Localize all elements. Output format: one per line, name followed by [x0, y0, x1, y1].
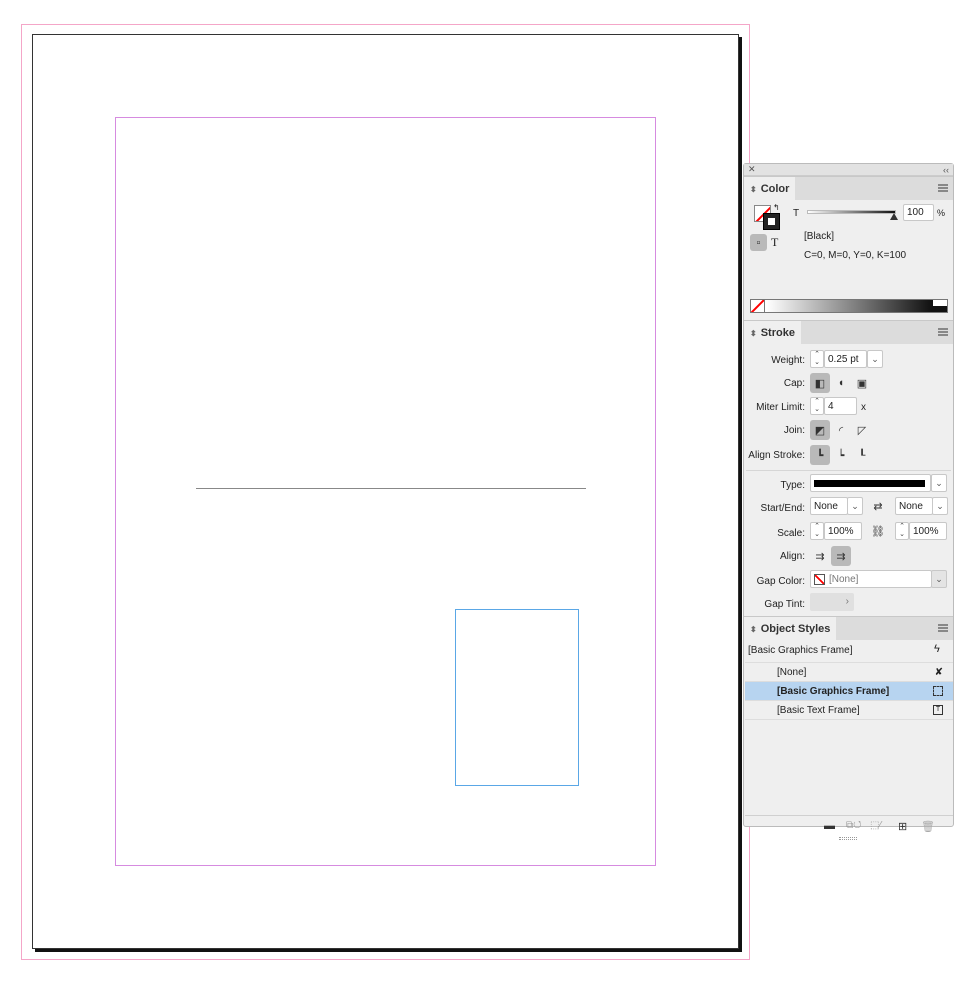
scale-end-input[interactable]: 100%	[909, 522, 947, 540]
gap-color-arrow[interactable]: ⌄	[931, 570, 947, 588]
style-label: [Basic Text Frame]	[777, 704, 860, 716]
text-frame-icon: T	[933, 705, 943, 715]
tab-stroke[interactable]: ⬍ Stroke	[744, 321, 801, 345]
start-dropdown[interactable]: None	[810, 497, 848, 515]
tint-input[interactable]: 100	[903, 204, 934, 221]
round-join-icon[interactable]: ◜	[831, 420, 851, 440]
stroke-panel-header: ⬍ Stroke	[744, 320, 953, 345]
style-label: [Basic Graphics Frame]	[777, 685, 890, 697]
scale-start-input[interactable]: 100%	[824, 522, 862, 540]
panel-dock: ✕ ‹‹ ⬍ Color ↰ ▫ T T 100 % [Black] C=0, M=…	[743, 163, 954, 840]
resize-grip-icon[interactable]	[839, 837, 857, 840]
style-list-item[interactable]: [Basic Graphics Frame]	[745, 682, 953, 701]
align-outside-icon[interactable]: ┖	[852, 445, 872, 465]
panel-title: Object Styles	[760, 623, 831, 635]
miter-limit-input[interactable]: 4	[824, 397, 857, 415]
none-swatch-icon[interactable]	[751, 300, 765, 312]
swatch-name: [Black]	[804, 231, 835, 242]
panel-menu-icon[interactable]	[938, 328, 948, 336]
scale-start-stepper[interactable]: ⌃ ⌄	[810, 522, 824, 540]
cmyk-values: C=0, M=0, Y=0, K=100	[804, 250, 907, 261]
weight-label: Weight:	[771, 355, 805, 366]
align-label: Align:	[779, 551, 805, 562]
arrow-extend-icon[interactable]: ⇉	[810, 546, 830, 566]
clear-overrides-icon[interactable]: ⧉↺	[846, 820, 862, 831]
swap-arrows-icon[interactable]: ⇄	[868, 496, 888, 516]
unlink-icon[interactable]: ⛓	[868, 521, 888, 541]
graphics-frame-icon	[933, 686, 943, 696]
gap-color-dropdown[interactable]: [None]	[810, 570, 932, 588]
align-inside-icon[interactable]: ┕	[831, 445, 851, 465]
type-label: Type:	[780, 480, 805, 491]
gap-tint-label: Gap Tint:	[764, 599, 805, 610]
stroke-panel: Weight: ⌃ ⌄ 0.25 pt ⌄ Cap: ◧ ◖ ▣ Miter Li…	[744, 344, 953, 616]
tint-label: T	[793, 208, 800, 219]
clear-style-icon: ✘	[934, 666, 943, 678]
object-styles-header: ⬍ Object Styles	[744, 616, 953, 641]
panel-menu-icon[interactable]	[938, 624, 948, 632]
none-swatch-icon	[814, 573, 825, 585]
lightning-icon[interactable]: ϟ	[934, 643, 940, 655]
style-list-item[interactable]: [Basic Text Frame] T	[745, 701, 953, 720]
graphics-frame[interactable]	[455, 609, 579, 786]
trash-icon[interactable]: 🗑	[921, 820, 935, 833]
arrow-inside-icon[interactable]: ⇉	[831, 546, 851, 566]
panel-title: Stroke	[760, 327, 795, 339]
style-label: [None]	[777, 666, 807, 678]
scale-label: Scale:	[777, 528, 805, 539]
stroke-swatch[interactable]	[763, 213, 780, 230]
tab-object-styles[interactable]: ⬍ Object Styles	[744, 617, 837, 641]
container-mode-icon[interactable]: ▫	[750, 234, 767, 251]
miter-stepper[interactable]: ⌃ ⌄	[810, 397, 824, 415]
new-style-icon[interactable]: ⊞	[898, 820, 907, 833]
current-style-label: [Basic Graphics Frame]	[748, 645, 853, 656]
align-stroke-label: Align Stroke:	[748, 450, 805, 461]
scale-end-stepper[interactable]: ⌃ ⌄	[895, 522, 909, 540]
break-link-icon[interactable]: ⬚⁄	[870, 820, 881, 831]
round-cap-icon[interactable]: ◖	[831, 373, 851, 393]
object-styles-panel: [Basic Graphics Frame] ϟ [None] ✘ [Basic …	[744, 640, 953, 842]
miter-unit: x	[861, 402, 866, 413]
gap-color-label: Gap Color:	[756, 576, 805, 587]
color-panel: ↰ ▫ T T 100 % [Black] C=0, M=0, Y=0, K=1…	[744, 200, 953, 320]
tint-slider-thumb[interactable]	[890, 213, 898, 220]
type-dropdown[interactable]	[810, 474, 931, 492]
collapse-icon[interactable]: ‹‹	[943, 165, 949, 175]
gap-color-value: [None]	[829, 573, 859, 585]
style-list-item[interactable]: [None] ✘	[745, 663, 953, 682]
folder-icon[interactable]: ▬	[824, 820, 835, 832]
solid-line-preview	[814, 479, 925, 487]
divider	[746, 470, 951, 471]
start-end-label: Start/End:	[760, 503, 805, 514]
cap-label: Cap:	[783, 378, 805, 389]
text-mode-button[interactable]: T	[771, 235, 778, 250]
join-label: Join:	[783, 425, 805, 436]
divider	[745, 815, 953, 816]
align-center-icon[interactable]: ┗	[810, 445, 830, 465]
tint-slider[interactable]	[807, 210, 896, 214]
line-object[interactable]	[196, 488, 586, 489]
panel-menu-icon[interactable]	[938, 184, 948, 192]
miter-join-icon[interactable]: ◩	[810, 420, 830, 440]
end-dropdown-arrow[interactable]: ⌄	[932, 497, 948, 515]
start-dropdown-arrow[interactable]: ⌄	[847, 497, 863, 515]
bevel-join-icon[interactable]: ◸	[852, 420, 872, 440]
percent-label: %	[937, 208, 946, 218]
type-dropdown-arrow[interactable]: ⌄	[931, 474, 947, 492]
swap-icon[interactable]: ↰	[773, 203, 780, 212]
color-panel-header: ⬍ Color	[744, 176, 953, 201]
projecting-cap-icon[interactable]: ▣	[852, 373, 872, 393]
close-icon[interactable]: ✕	[748, 164, 756, 175]
weight-dropdown[interactable]: ⌄	[867, 350, 883, 368]
color-ramp[interactable]	[750, 299, 948, 313]
panel-title: Color	[760, 183, 790, 195]
butt-cap-icon[interactable]: ◧	[810, 373, 830, 393]
weight-stepper[interactable]: ⌃ ⌄	[810, 350, 824, 368]
gap-tint-input[interactable]: ›	[810, 593, 854, 611]
miter-limit-label: Miter Limit:	[756, 402, 805, 413]
tab-color[interactable]: ⬍ Color	[744, 177, 796, 201]
white-swatch[interactable]	[933, 300, 947, 306]
weight-input[interactable]: 0.25 pt	[824, 350, 867, 368]
end-dropdown[interactable]: None	[895, 497, 933, 515]
